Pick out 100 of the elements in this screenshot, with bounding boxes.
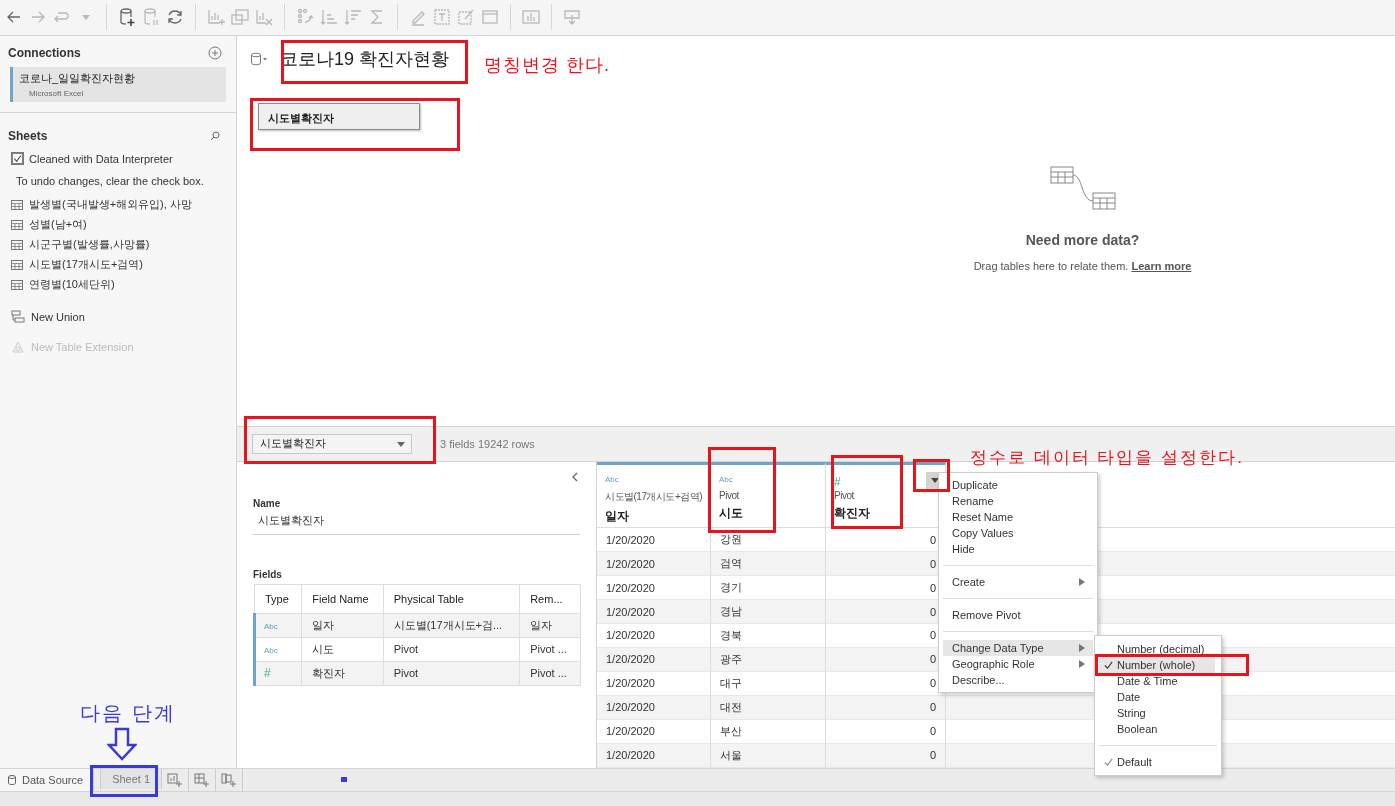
new-story-icon[interactable] bbox=[221, 771, 238, 788]
action-link[interactable]: New Union bbox=[31, 310, 85, 323]
down-arrow-icon bbox=[107, 727, 137, 761]
menu-item[interactable]: Remove Pivot bbox=[943, 607, 1093, 623]
table-cell: 대구 bbox=[711, 671, 826, 696]
annotation-text: 정수로 데이터 타입을 설정한다. bbox=[970, 447, 1244, 469]
table-cell: 1/20/2020 bbox=[597, 600, 711, 624]
table-cell: 광주 bbox=[711, 647, 826, 672]
menu-item[interactable]: Duplicate bbox=[943, 477, 1093, 493]
hint-text: Drag tables here to relate them. bbox=[973, 259, 1129, 272]
connection-name: 코로나_일일확진자현황 bbox=[19, 70, 137, 86]
field-label: Name bbox=[253, 497, 282, 509]
menu-item[interactable]: Change Data Type bbox=[943, 640, 1093, 656]
chart-clear-icon[interactable] bbox=[254, 7, 274, 28]
submenu-arrow-icon bbox=[1079, 578, 1085, 586]
column-header[interactable]: Type bbox=[254, 584, 302, 613]
table-cell: Pivot bbox=[383, 661, 520, 685]
sheet-item[interactable]: 시군구별(발생률,사망률) bbox=[29, 237, 150, 252]
menu-item[interactable]: Default bbox=[1099, 754, 1215, 770]
menu-item[interactable]: Number (decimal) bbox=[1099, 641, 1215, 657]
table-cell: 1/20/2020 bbox=[597, 719, 711, 744]
menu-item[interactable]: Create bbox=[943, 574, 1093, 590]
checkmark-icon bbox=[1103, 757, 1113, 767]
column-header[interactable]: Abc Pivot 시도 bbox=[711, 461, 826, 528]
menu-item[interactable]: Rename bbox=[943, 493, 1093, 509]
new-dashboard-icon[interactable] bbox=[194, 771, 211, 788]
section-title: Connections bbox=[8, 45, 81, 60]
table-cell: 대전 bbox=[711, 695, 826, 720]
menu-item[interactable]: Copy Values bbox=[943, 525, 1093, 541]
database-icon[interactable] bbox=[250, 51, 268, 66]
brush-icon[interactable] bbox=[456, 7, 476, 28]
menu-item[interactable]: String bbox=[1099, 705, 1215, 721]
extension-icon bbox=[11, 339, 25, 354]
sheet-item[interactable]: 성별(남+여) bbox=[29, 217, 87, 232]
menu-item[interactable]: Geographic Role bbox=[943, 656, 1093, 672]
table-pill[interactable]: 시도별확진자 bbox=[258, 102, 420, 130]
tab[interactable]: Sheet 1 bbox=[100, 768, 163, 789]
hint-text: To undo changes, clear the check box. bbox=[16, 174, 205, 187]
table-cell: 0 bbox=[826, 695, 946, 720]
column-source: Pivot bbox=[834, 489, 854, 501]
row-count: 3 fields 19242 rows bbox=[440, 437, 535, 450]
table-link-icon bbox=[1049, 165, 1116, 212]
sheet-item[interactable]: 발생별(국내발생+해외유입), 사망 bbox=[29, 197, 192, 212]
menu-item[interactable]: Boolean bbox=[1099, 721, 1215, 737]
column-header[interactable]: Abc 시도별(17개시도+검역) 일자 bbox=[597, 461, 711, 528]
tab[interactable]: Data Source bbox=[0, 768, 95, 792]
table-dropdown[interactable]: 시도별확진자 bbox=[252, 433, 412, 454]
column-name: 일자 bbox=[605, 507, 629, 525]
table-cell: 1/20/2020 bbox=[597, 695, 711, 720]
column-name: 시도 bbox=[719, 504, 743, 522]
table-icon bbox=[11, 198, 23, 211]
annotation-text: 명칭변경 한다. bbox=[484, 54, 610, 77]
new-worksheet-icon[interactable] bbox=[167, 771, 184, 788]
highlight-box bbox=[913, 459, 950, 492]
table-icon bbox=[11, 278, 23, 291]
sheet-item[interactable]: 연령별(10세단위) bbox=[29, 277, 115, 292]
text-icon[interactable] bbox=[432, 7, 452, 28]
checkbox[interactable] bbox=[11, 152, 24, 165]
table-cell: 부산 bbox=[711, 719, 826, 744]
column-header[interactable]: Field Name bbox=[301, 584, 384, 613]
table-cell: 서울 bbox=[711, 743, 826, 768]
caret-icon bbox=[931, 477, 939, 484]
database-add-icon[interactable] bbox=[117, 7, 137, 28]
table-cell: 1/20/2020 bbox=[597, 552, 711, 577]
name-field[interactable]: 시도별확진자 bbox=[253, 508, 580, 535]
table-cell: 1/20/2020 bbox=[597, 743, 711, 768]
table-cell: 경북 bbox=[711, 624, 826, 648]
menu-item[interactable]: Number (whole) bbox=[1099, 657, 1215, 673]
table-cell: Pivot bbox=[383, 637, 520, 661]
chart-copy-icon[interactable] bbox=[230, 7, 250, 28]
union-icon[interactable] bbox=[11, 309, 25, 324]
menu-item[interactable]: Reset Name bbox=[943, 509, 1093, 525]
annotation-text: 다음 단계 bbox=[80, 701, 176, 726]
learn-more-link[interactable]: Learn more bbox=[1131, 259, 1192, 272]
add-icon[interactable] bbox=[208, 45, 222, 60]
menu-item[interactable]: Hide bbox=[943, 541, 1093, 557]
connection-type: Microsoft Excel bbox=[28, 88, 85, 98]
table-cell: 시도별(17개시도+검... bbox=[383, 613, 520, 637]
chart-add-icon[interactable] bbox=[206, 7, 226, 28]
position-marker bbox=[341, 777, 348, 783]
sheet-item[interactable]: 시도별(17개시도+검역) bbox=[29, 257, 143, 272]
column-source: Pivot bbox=[719, 489, 739, 501]
data-source-title[interactable]: 코로나19 확진자현황 bbox=[280, 46, 450, 71]
search-icon[interactable] bbox=[208, 128, 222, 143]
empty-state-title: Need more data? bbox=[1025, 231, 1140, 248]
column-header[interactable]: Rem... bbox=[519, 584, 581, 613]
section-title: Sheets bbox=[8, 128, 48, 143]
column-header[interactable]: Physical Table bbox=[383, 584, 520, 613]
menu-item[interactable]: Describe... bbox=[943, 672, 1093, 688]
collapse-icon[interactable] bbox=[570, 470, 580, 483]
table-cell: 1/20/2020 bbox=[597, 647, 711, 672]
table-cell: 0 bbox=[826, 719, 946, 744]
table-icon bbox=[11, 258, 23, 271]
menu-item[interactable]: Date & Time bbox=[1099, 673, 1215, 689]
table-cell: 경남 bbox=[711, 600, 826, 624]
checkmark-icon bbox=[1103, 660, 1113, 670]
table-icon bbox=[11, 218, 23, 231]
menu-item[interactable]: Date bbox=[1099, 689, 1215, 705]
column-name: 확진자 bbox=[834, 504, 870, 522]
connection-item[interactable]: 코로나_일일확진자현황 Microsoft Excel bbox=[10, 66, 226, 102]
